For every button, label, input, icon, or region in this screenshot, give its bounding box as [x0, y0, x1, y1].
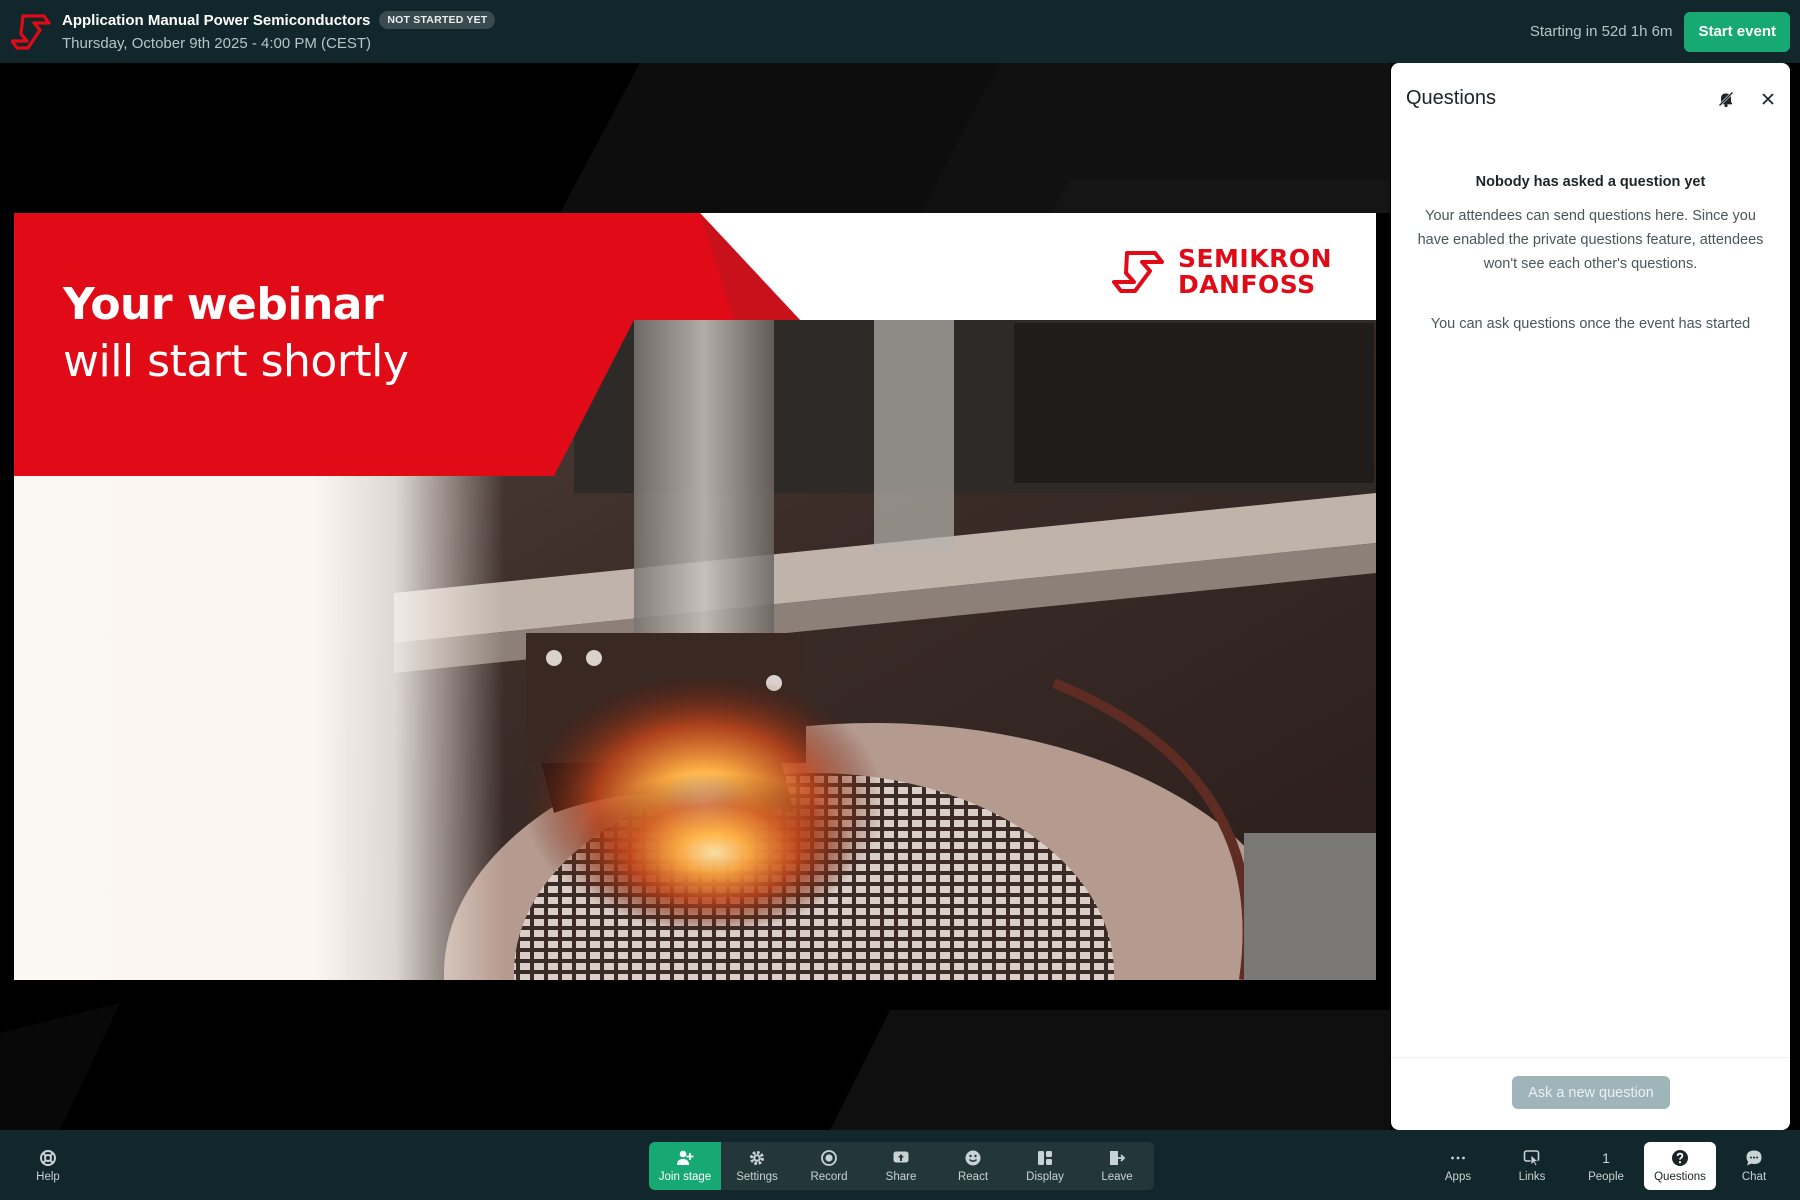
- ask-question-button[interactable]: Ask a new question: [1512, 1076, 1670, 1109]
- top-bar: Application Manual Power Semiconductors …: [0, 0, 1800, 63]
- stage-area: Your webinar will start shortly SEMIKRON…: [0, 63, 1390, 1130]
- slide-headline: Your webinar will start shortly: [63, 277, 409, 391]
- headline-line-1: Your webinar: [63, 279, 384, 330]
- questions-panel: Questions Nobody has asked a question ye…: [1391, 63, 1790, 1130]
- event-date: Thursday, October 9th 2025 - 4:00 PM (CE…: [62, 35, 372, 52]
- chat-button[interactable]: Chat: [1718, 1142, 1790, 1190]
- record-label: Record: [810, 1171, 848, 1183]
- brand-mark-icon: [1111, 251, 1164, 293]
- people-button[interactable]: 1 People: [1570, 1142, 1642, 1190]
- help-icon: [40, 1150, 56, 1166]
- record-icon: [821, 1150, 837, 1166]
- questions-empty-state: Nobody has asked a question yet Your att…: [1411, 174, 1770, 332]
- empty-state-note: You can ask questions once the event has…: [1430, 316, 1751, 332]
- question-icon: [1672, 1150, 1688, 1166]
- brand-line-2: DANFOSS: [1177, 270, 1316, 299]
- help-button[interactable]: Help: [12, 1142, 84, 1190]
- bottom-toolbar: Help Join stage Settings Record Share Re…: [0, 1130, 1800, 1200]
- more-dots-icon: [1451, 1156, 1465, 1160]
- start-event-button[interactable]: Start event: [1684, 11, 1790, 52]
- help-label: Help: [36, 1171, 60, 1183]
- react-button[interactable]: React: [937, 1142, 1009, 1190]
- countdown-text: Starting in 52d 1h 6m: [1529, 23, 1673, 40]
- chat-bubble-icon: [1746, 1150, 1762, 1166]
- panel-divider: [1391, 1057, 1790, 1058]
- questions-title: Questions: [1406, 87, 1497, 109]
- share-label: Share: [885, 1171, 917, 1183]
- leave-label: Leave: [1101, 1171, 1133, 1183]
- empty-state-description: Your attendees can send questions here. …: [1417, 208, 1764, 272]
- chat-label: Chat: [1741, 1171, 1767, 1183]
- questions-button[interactable]: Questions: [1644, 1142, 1716, 1190]
- join-stage-button[interactable]: Join stage: [649, 1142, 721, 1190]
- app-logo: [0, 0, 62, 63]
- record-button[interactable]: Record: [793, 1142, 865, 1190]
- close-icon[interactable]: [1758, 89, 1778, 109]
- display-label: Display: [1026, 1171, 1064, 1183]
- webinar-slide: Your webinar will start shortly SEMIKRON…: [14, 213, 1376, 980]
- join-stage-label: Join stage: [658, 1171, 712, 1183]
- logo-icon: [11, 13, 51, 50]
- brand-logo: SEMIKRON DANFOSS: [1111, 244, 1332, 299]
- add-person-icon: [677, 1150, 694, 1165]
- smiley-icon: [965, 1150, 981, 1166]
- settings-button[interactable]: Settings: [721, 1142, 793, 1190]
- people-count: 1: [1602, 1150, 1610, 1166]
- event-title: Application Manual Power Semiconductors: [62, 11, 371, 29]
- event-info: Application Manual Power Semiconductors …: [62, 11, 496, 52]
- apps-label: Apps: [1444, 1171, 1472, 1183]
- brand-line-1: SEMIKRON: [1177, 244, 1332, 273]
- share-screen-icon: [893, 1151, 909, 1163]
- settings-label: Settings: [736, 1171, 778, 1183]
- share-button[interactable]: Share: [865, 1142, 937, 1190]
- leave-button[interactable]: Leave: [1081, 1142, 1153, 1190]
- empty-state-title: Nobody has asked a question yet: [1475, 174, 1706, 190]
- questions-label: Questions: [1654, 1171, 1706, 1183]
- links-label: Links: [1518, 1171, 1546, 1183]
- leave-icon: [1110, 1151, 1126, 1165]
- people-label: People: [1588, 1171, 1624, 1183]
- link-cursor-icon: [1523, 1150, 1540, 1167]
- react-label: React: [957, 1171, 989, 1183]
- display-button[interactable]: Display: [1009, 1142, 1081, 1190]
- headline-line-2: will start shortly: [63, 336, 409, 387]
- apps-button[interactable]: Apps: [1422, 1142, 1494, 1190]
- status-badge: NOT STARTED YET: [379, 11, 496, 29]
- links-button[interactable]: Links: [1496, 1142, 1568, 1190]
- layout-icon: [1038, 1151, 1052, 1165]
- gear-icon: [750, 1151, 764, 1165]
- bell-off-icon[interactable]: [1716, 89, 1736, 109]
